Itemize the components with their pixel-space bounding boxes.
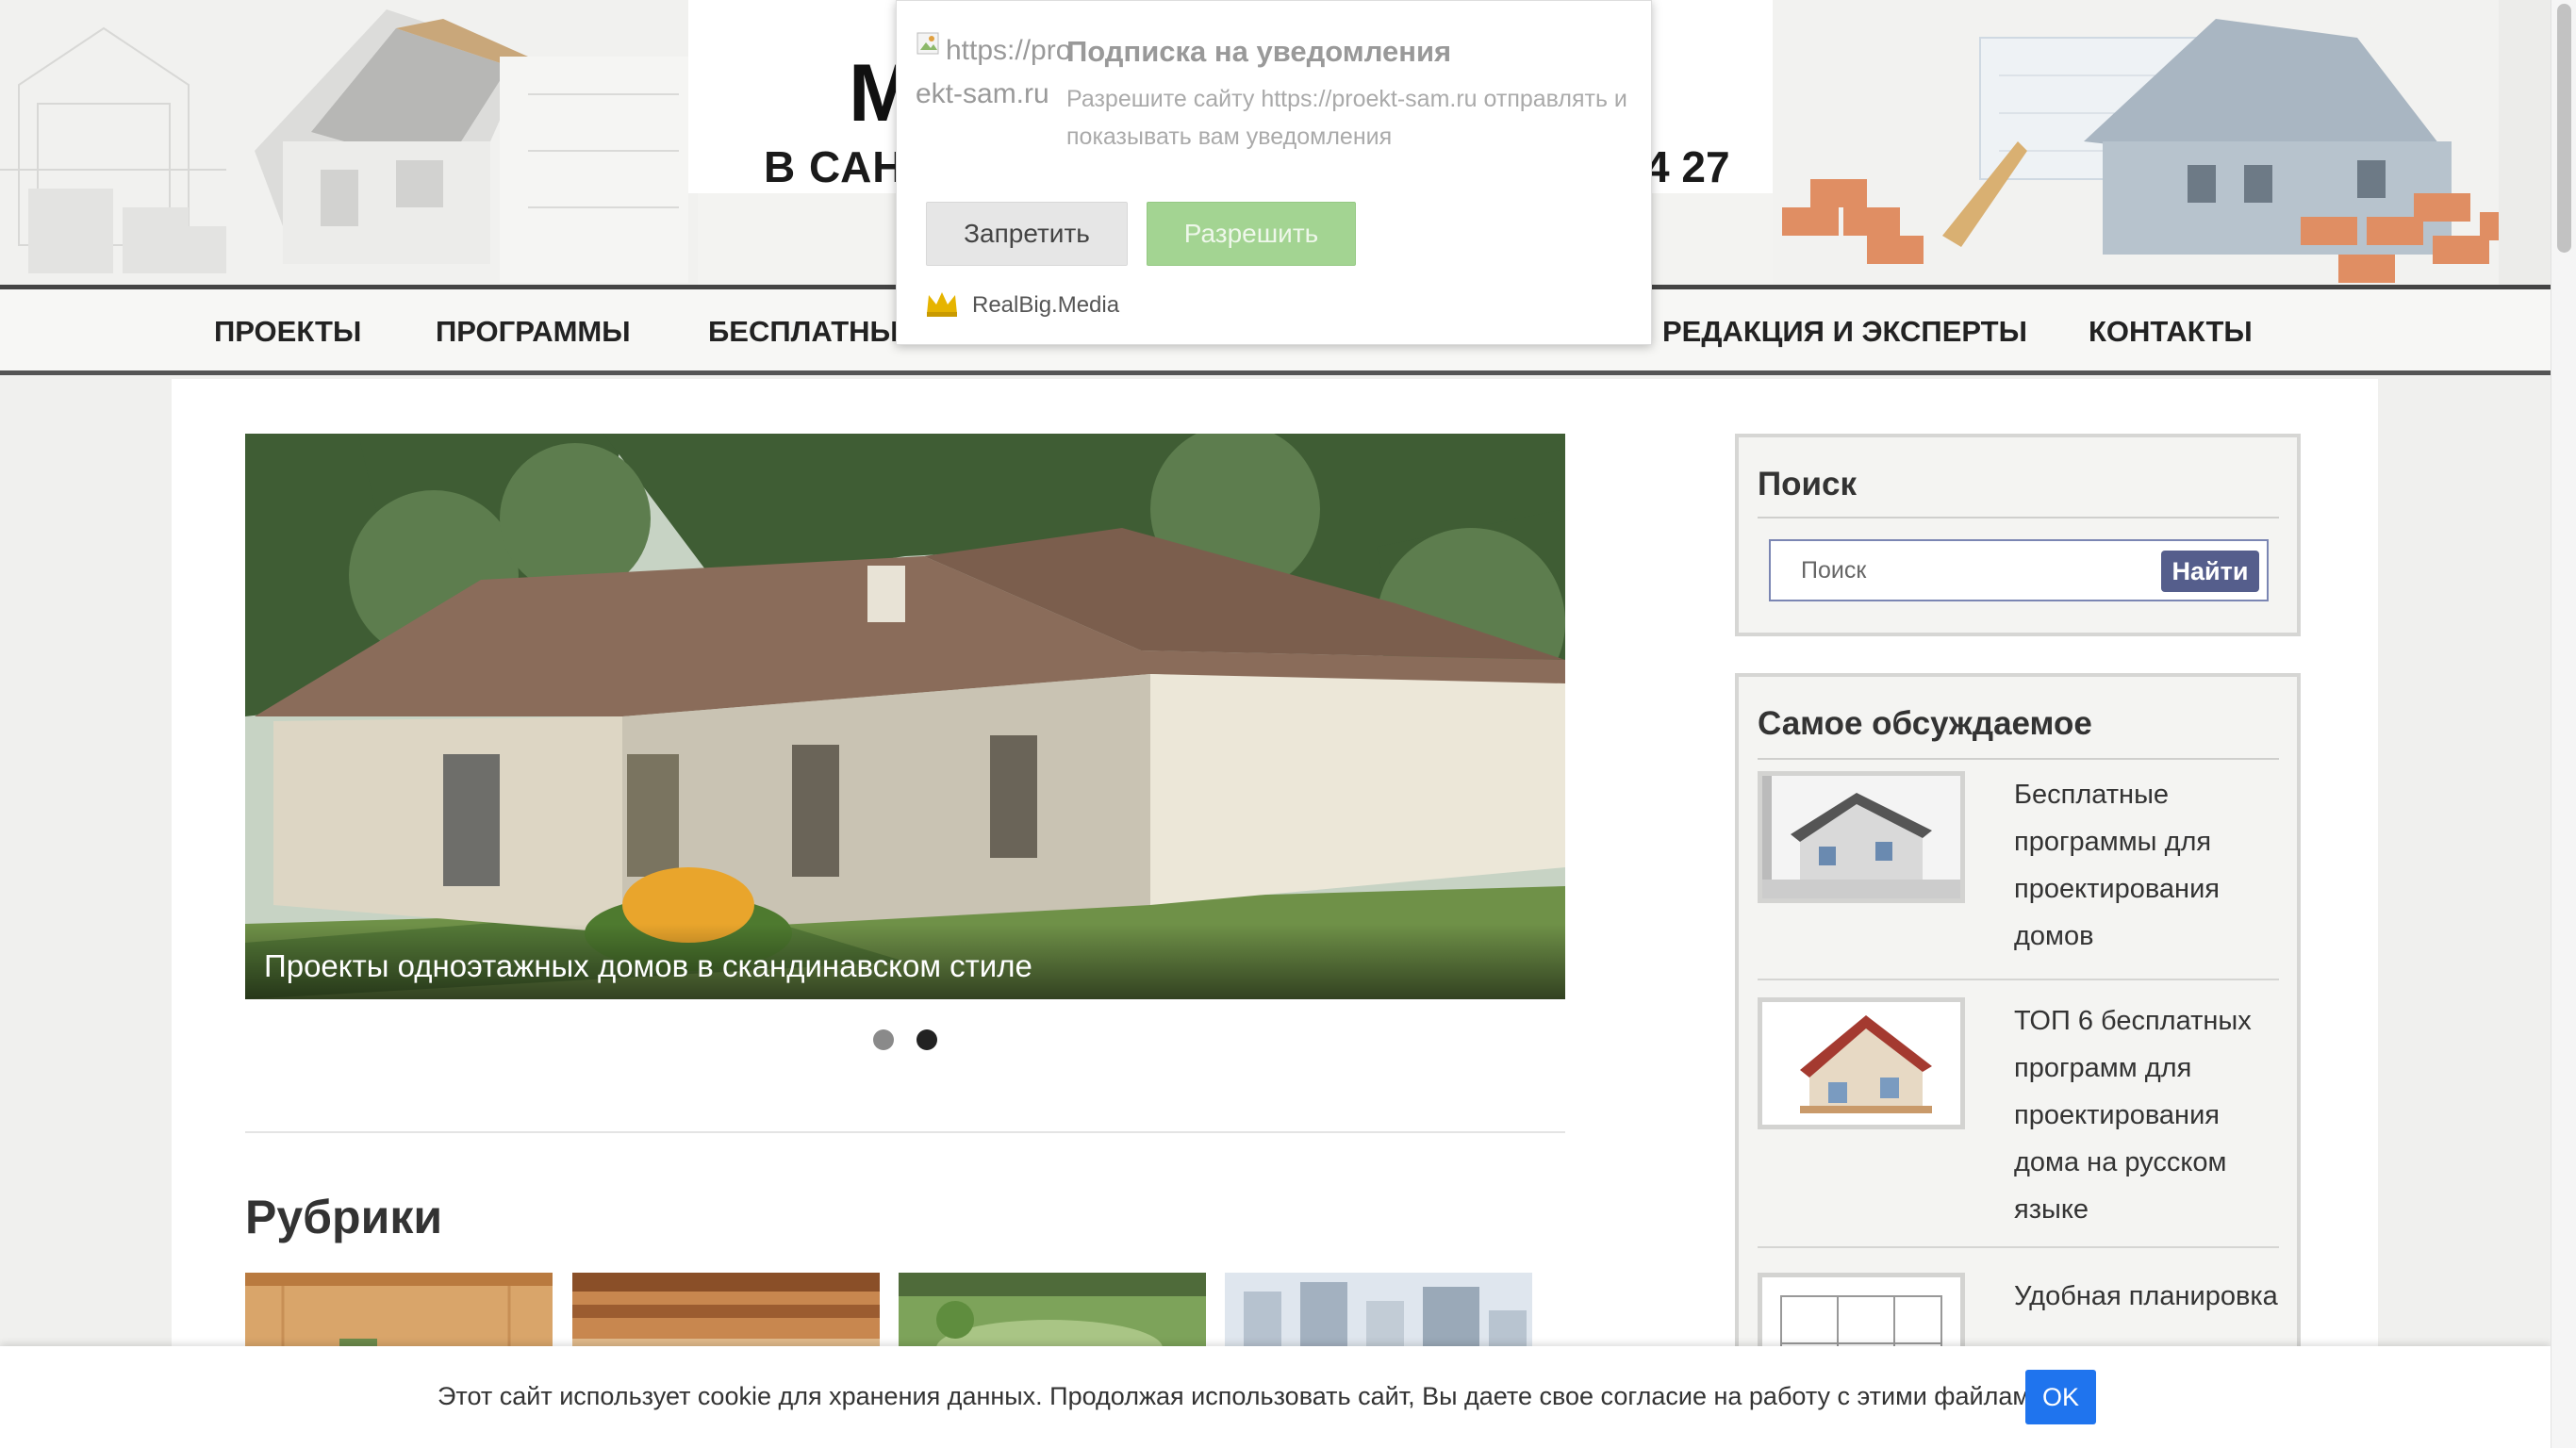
popup-logo-alt-text: https://proekt-sam.ru: [916, 29, 1085, 116]
nav-item-programs[interactable]: ПРОГРАММЫ: [436, 315, 631, 349]
search-form: Найти: [1769, 539, 2269, 601]
content-divider: [245, 1131, 1565, 1133]
discussed-item-title[interactable]: ТОП 6 бесплатных программ для проектиров…: [2014, 997, 2287, 1233]
search-widget-rule: [1758, 517, 2279, 518]
slide-caption-overlay: Проекты одноэтажных домов в скандинавско…: [245, 924, 1565, 999]
discussed-item-title[interactable]: Бесплатные программы для проектирования …: [2014, 771, 2287, 960]
discussed-item[interactable]: ТОП 6 бесплатных программ для проектиров…: [1758, 997, 2279, 1248]
search-widget-title: Поиск: [1758, 466, 1858, 502]
most-discussed-rule: [1758, 758, 2279, 760]
slider-dot-2-active[interactable]: [916, 1029, 937, 1050]
page: М В САН 4 27 ПРОЕКТЫ ПРОГРАММЫ БЕСПЛАТНЫ…: [0, 0, 2551, 1448]
search-button[interactable]: Найти: [2161, 551, 2259, 592]
deny-button[interactable]: Запретить: [926, 202, 1128, 266]
nav-item-projects[interactable]: ПРОЕКТЫ: [214, 315, 361, 349]
site-subtitle-partial: В САН: [764, 142, 905, 191]
most-discussed-title: Самое обсуждаемое: [1758, 705, 2092, 742]
nav-item-free[interactable]: БЕСПЛАТНЫЕ: [708, 315, 918, 349]
header-house-illustration-right: [1773, 0, 2551, 285]
featured-slider[interactable]: Проекты одноэтажных домов в скандинавско…: [245, 434, 1565, 999]
site-phone-partial: 4 27: [1645, 142, 1730, 191]
most-discussed-widget: Самое обсуждаемое Бесплатные программы д…: [1735, 673, 2301, 1405]
discussed-item-thumbnail[interactable]: [1758, 771, 1965, 903]
slide-image: [245, 434, 1565, 999]
page-scrollbar[interactable]: [2551, 0, 2576, 1448]
search-input[interactable]: [1775, 545, 2152, 596]
scrollbar-thumb[interactable]: [2557, 4, 2571, 253]
popup-logo-alt-value: https://proekt-sam.ru: [916, 35, 1072, 109]
cookie-consent-text: Этот сайт использует cookie для хранения…: [438, 1382, 2052, 1410]
popup-message: Разрешите сайту https://proekt-sam.ru от…: [1066, 86, 1627, 150]
popup-brand-name[interactable]: RealBig.Media: [972, 292, 1119, 319]
nav-item-contacts[interactable]: КОНТАКТЫ: [2089, 315, 2253, 349]
discussed-item[interactable]: Бесплатные программы для проектирования …: [1758, 771, 2279, 980]
discussed-separator: [1758, 979, 2279, 980]
crown-icon: [927, 292, 957, 317]
slider-dot-1[interactable]: [873, 1029, 894, 1050]
allow-button[interactable]: Разрешить: [1147, 202, 1356, 266]
discussed-separator: [1758, 1246, 2279, 1248]
nav-item-editorial[interactable]: РЕДАКЦИЯ И ЭКСПЕРТЫ: [1662, 315, 2027, 349]
header-house-illustration-left: [0, 0, 698, 285]
rubrics-heading: Рубрики: [245, 1191, 443, 1243]
search-widget: Поиск Найти: [1735, 434, 2301, 636]
discussed-item-title[interactable]: Удобная планировка: [2014, 1273, 2287, 1320]
cookie-ok-button[interactable]: OK: [2025, 1370, 2096, 1424]
cookie-consent-bar: Этот сайт использует cookie для хранения…: [0, 1346, 2551, 1448]
popup-title: Подписка на уведомления: [1066, 35, 1452, 68]
discussed-item-thumbnail[interactable]: [1758, 997, 1965, 1129]
notification-subscribe-popup: https://proekt-sam.ru Подписка на уведом…: [896, 0, 1652, 345]
slide-caption-text[interactable]: Проекты одноэтажных домов в скандинавско…: [264, 948, 1032, 984]
